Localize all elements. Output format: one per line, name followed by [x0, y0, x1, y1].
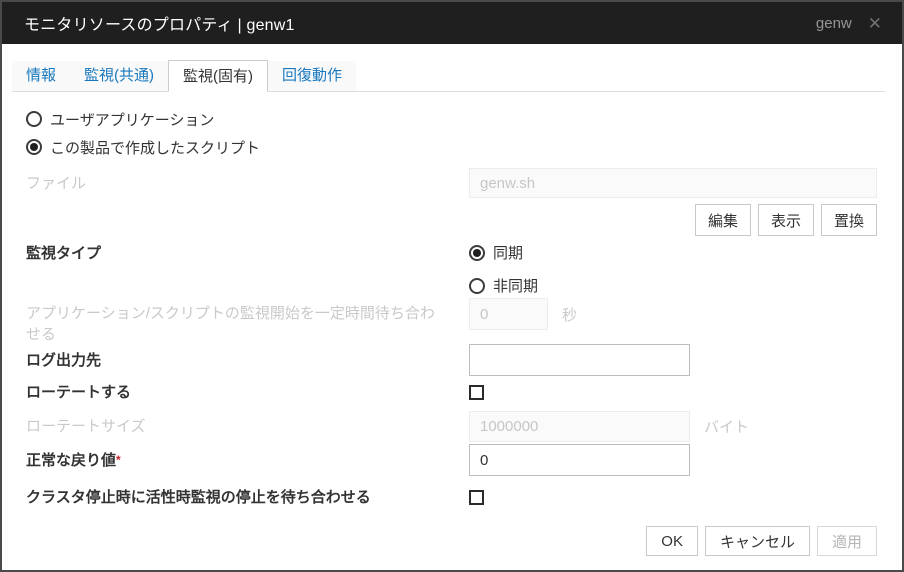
async-label: 非同期	[493, 275, 538, 296]
dialog-titlebar: モニタリソースのプロパティ | genw1 genw ✕	[2, 2, 902, 44]
sync-radio[interactable]	[469, 245, 485, 261]
tab-monitor-common[interactable]: 監視(共通)	[70, 61, 168, 91]
wait-time-unit: 秒	[562, 304, 577, 325]
row-file: ファイル	[26, 168, 877, 198]
cancel-button[interactable]: キャンセル	[705, 526, 810, 556]
monitor-type-label: 監視タイプ	[26, 242, 469, 264]
resource-type-badge: genw	[816, 15, 852, 32]
rotate-checkbox[interactable]	[469, 385, 484, 400]
sync-label: 同期	[493, 242, 523, 263]
row-file-buttons: 編集 表示 置換	[26, 204, 877, 236]
rotate-size-label: ローテートサイズ	[26, 416, 469, 437]
tab-info[interactable]: 情報	[12, 61, 70, 91]
user-application-option[interactable]: ユーザアプリケーション	[26, 109, 214, 130]
rotate-size-unit: バイト	[704, 416, 749, 437]
row-wait-time: アプリケーション/スクリプトの監視開始を一定時間待ち合わせる 秒	[26, 298, 877, 344]
wait-time-input	[469, 298, 548, 330]
rotate-size-input	[469, 411, 690, 442]
file-label: ファイル	[26, 173, 469, 194]
cluster-stop-wait-label: クラスタ停止時に活性時監視の停止を待ち合わせる	[26, 487, 469, 508]
wait-time-label: アプリケーション/スクリプトの監視開始を一定時間待ち合わせる	[26, 298, 469, 345]
normal-return-label-text: 正常な戻り値	[26, 452, 116, 469]
tab-recovery-action[interactable]: 回復動作	[268, 61, 356, 91]
form-body: ユーザアプリケーション この製品で作成したスクリプト ファイル 編集 表示 置換…	[2, 92, 902, 507]
replace-button[interactable]: 置換	[821, 204, 877, 236]
row-user-application: ユーザアプリケーション	[26, 108, 877, 130]
close-icon[interactable]: ✕	[868, 15, 882, 32]
log-output-label: ログ出力先	[26, 350, 469, 371]
tab-monitor-special[interactable]: 監視(固有)	[168, 60, 268, 92]
required-marker: *	[116, 453, 121, 467]
dialog-title: モニタリソースのプロパティ | genw1	[24, 11, 816, 35]
view-button[interactable]: 表示	[758, 204, 814, 236]
row-rotate: ローテートする	[26, 382, 877, 402]
ok-button[interactable]: OK	[646, 526, 698, 556]
row-log-output: ログ出力先	[26, 344, 877, 376]
product-script-radio[interactable]	[26, 139, 42, 155]
tab-bar: 情報 監視(共通) 監視(固有) 回復動作	[12, 60, 885, 92]
cluster-stop-wait-checkbox[interactable]	[469, 490, 484, 505]
rotate-label: ローテートする	[26, 382, 469, 403]
normal-return-input[interactable]	[469, 444, 690, 476]
row-rotate-size: ローテートサイズ バイト	[26, 411, 877, 442]
footer-button-bar: OK キャンセル 適用	[646, 526, 877, 556]
user-application-radio[interactable]	[26, 111, 42, 127]
file-input	[469, 168, 877, 198]
row-monitor-type: 監視タイプ 同期 非同期	[26, 242, 877, 288]
normal-return-label: 正常な戻り値*	[26, 450, 469, 471]
row-normal-return: 正常な戻り値*	[26, 444, 877, 476]
edit-button[interactable]: 編集	[695, 204, 751, 236]
sync-option[interactable]: 同期	[469, 242, 538, 263]
row-product-script: この製品で作成したスクリプト	[26, 136, 877, 158]
product-script-label: この製品で作成したスクリプト	[50, 137, 260, 158]
log-output-input[interactable]	[469, 344, 690, 376]
monitor-resource-properties-dialog: モニタリソースのプロパティ | genw1 genw ✕ 情報 監視(共通) 監…	[0, 0, 904, 572]
async-option[interactable]: 非同期	[469, 275, 538, 296]
product-script-option[interactable]: この製品で作成したスクリプト	[26, 137, 260, 158]
async-radio[interactable]	[469, 278, 485, 294]
user-application-label: ユーザアプリケーション	[50, 109, 214, 130]
row-cluster-stop-wait: クラスタ停止時に活性時監視の停止を待ち合わせる	[26, 487, 877, 507]
apply-button[interactable]: 適用	[817, 526, 877, 556]
